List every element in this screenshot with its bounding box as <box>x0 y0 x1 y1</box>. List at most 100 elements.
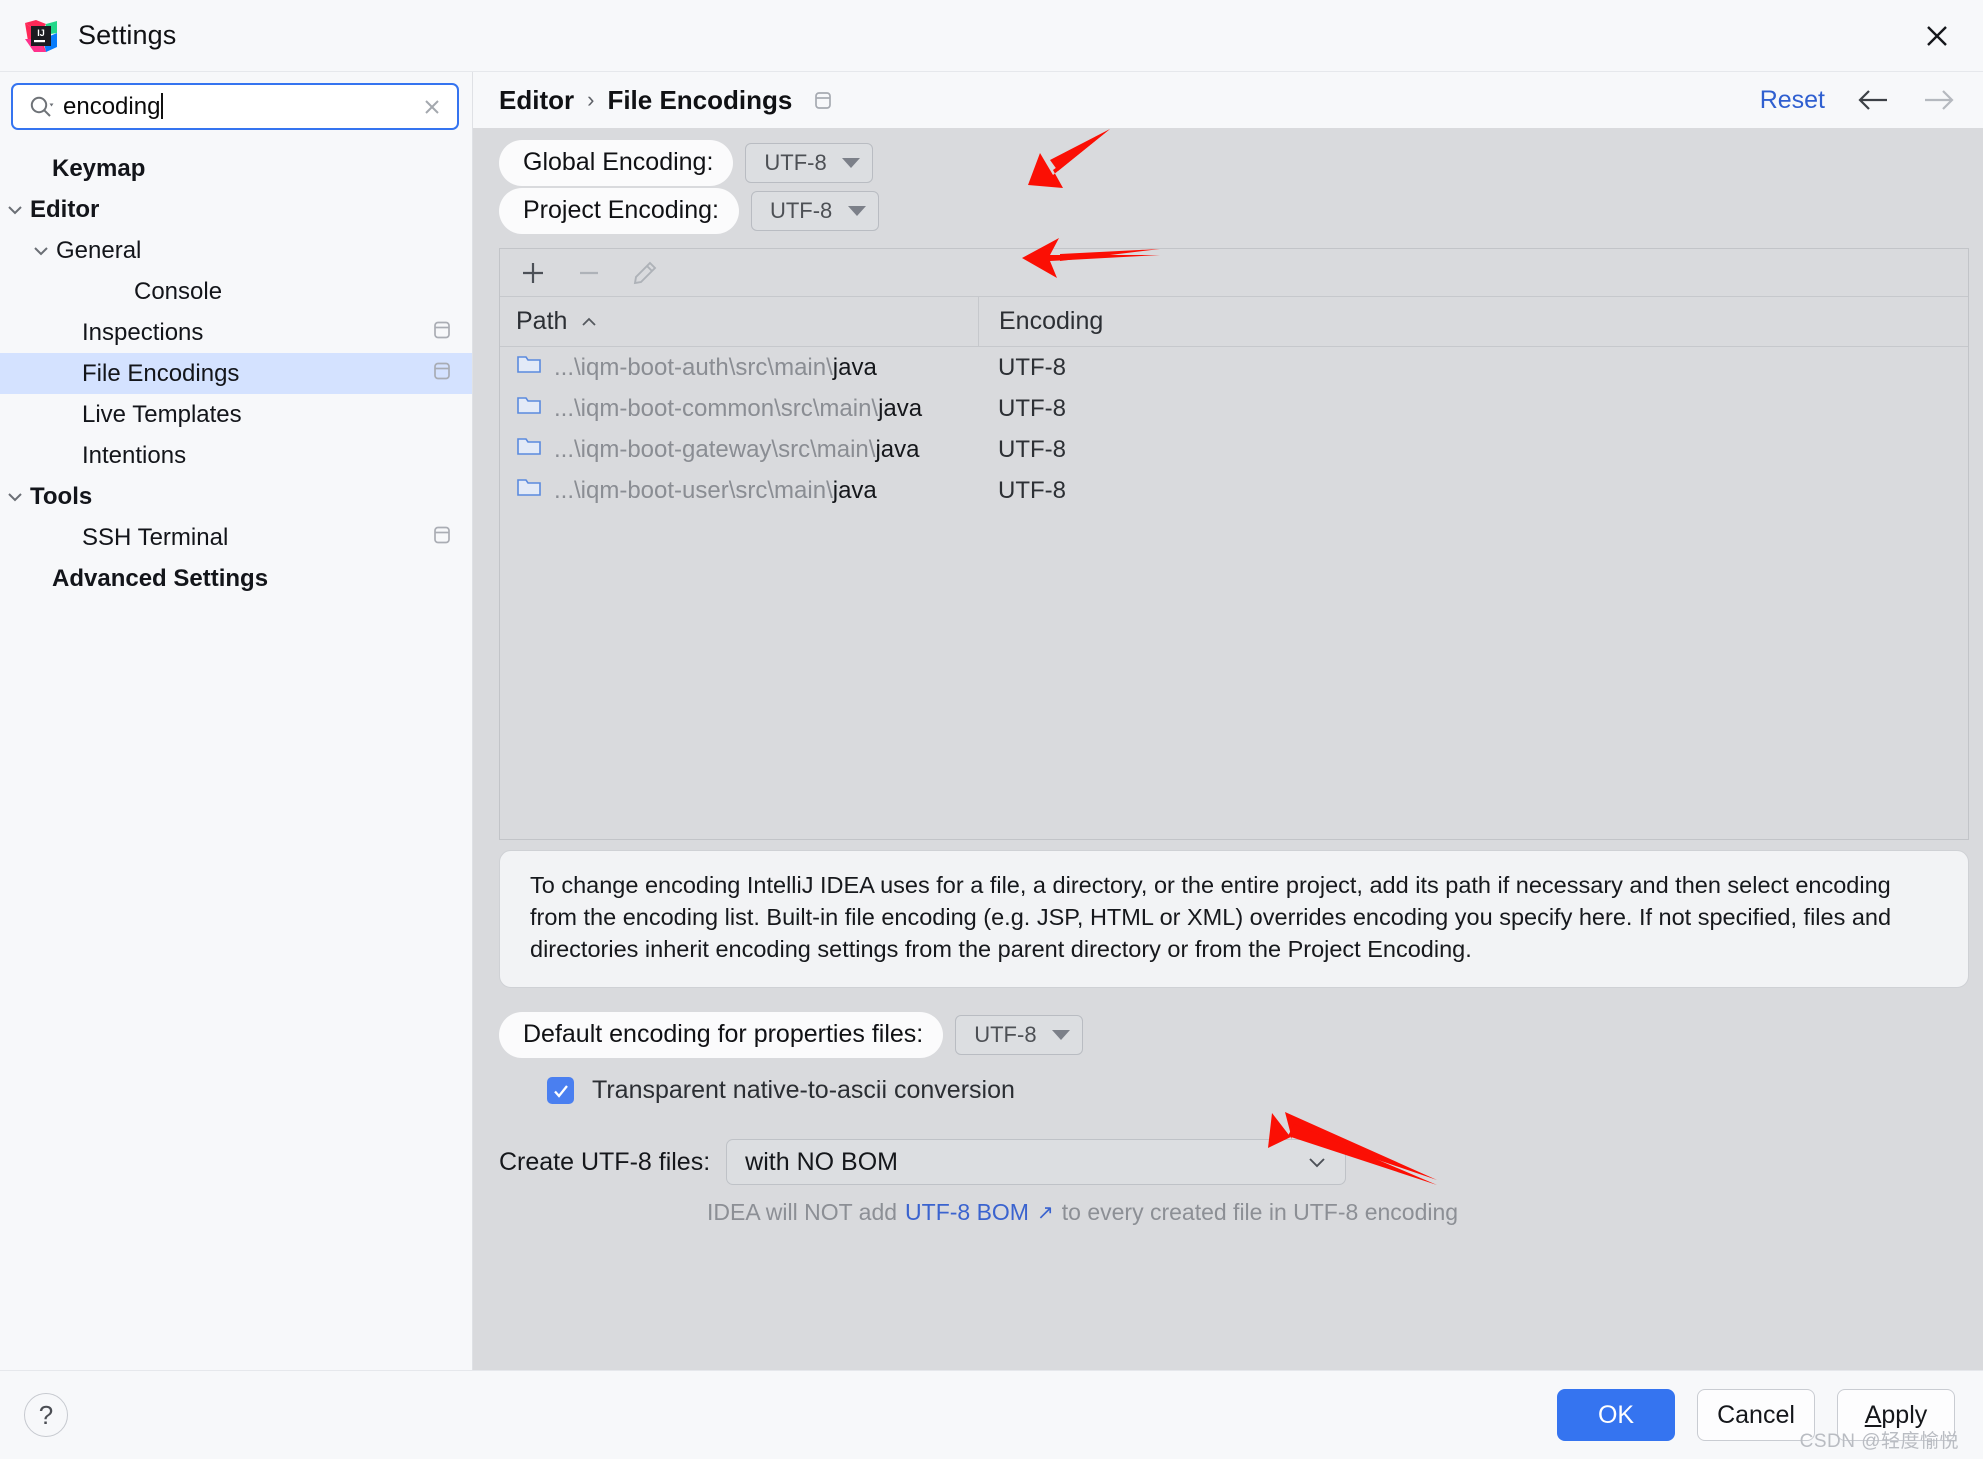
encodings-table: Path Encoding ...\iqm-boot-auth\src\main… <box>499 248 1969 840</box>
project-encoding-label: Project Encoding: <box>499 188 739 234</box>
table-row[interactable]: ...\iqm-boot-gateway\src\main\ java UTF-8 <box>500 429 1968 470</box>
dialog-body: encoding Keymap Editor General Console Inspe… <box>0 72 1983 1370</box>
create-utf8-files-row: Create UTF-8 files: with NO BOM <box>499 1139 1983 1185</box>
table-cell-encoding[interactable]: UTF-8 <box>978 477 1968 505</box>
table-cell-encoding[interactable]: UTF-8 <box>978 395 1968 423</box>
sidebar-item-advanced-settings[interactable]: Advanced Settings <box>0 558 472 599</box>
native-to-ascii-checkbox[interactable] <box>547 1077 574 1104</box>
chevron-down-icon[interactable] <box>0 489 30 505</box>
sidebar-item-inspections[interactable]: Inspections <box>0 312 472 353</box>
global-encoding-dropdown[interactable]: UTF-8 <box>745 143 874 183</box>
path-leaf: java <box>875 435 920 463</box>
search-icon <box>27 93 57 121</box>
sidebar-item-file-encodings[interactable]: File Encodings <box>0 353 472 394</box>
footer-buttons: OK Cancel Apply <box>1557 1389 1955 1441</box>
utf8-bom-link[interactable]: UTF-8 BOM <box>905 1199 1029 1226</box>
intellij-idea-logo-icon: IJ <box>24 19 58 53</box>
column-header-path-label: Path <box>516 307 568 335</box>
chevron-down-icon <box>847 206 866 216</box>
project-encoding-dropdown[interactable]: UTF-8 <box>750 191 879 231</box>
close-icon[interactable] <box>1917 16 1957 56</box>
path-text: ...\iqm-boot-user\src\main\ java <box>554 477 877 505</box>
native-to-ascii-checkbox-row[interactable]: Transparent native-to-ascii conversion <box>547 1076 1983 1105</box>
chevron-down-icon[interactable] <box>0 202 30 218</box>
path-text: ...\iqm-boot-gateway\src\main\ java <box>554 436 919 464</box>
column-header-encoding-label: Encoding <box>999 307 1104 335</box>
path-leaf: java <box>832 353 877 381</box>
path-prefix: ...\iqm-boot-common\src\main\ <box>554 394 879 422</box>
global-encoding-row: Global Encoding: UTF-8 <box>499 140 1983 186</box>
ok-button[interactable]: OK <box>1557 1389 1675 1441</box>
sidebar-item-ssh-terminal[interactable]: SSH Terminal <box>0 517 472 558</box>
apply-button[interactable]: Apply <box>1837 1389 1955 1441</box>
sidebar-item-label: Tools <box>30 482 93 510</box>
table-cell-encoding[interactable]: UTF-8 <box>978 354 1968 382</box>
hint-prefix: IDEA will NOT add <box>707 1199 898 1225</box>
sidebar-item-intentions[interactable]: Intentions <box>0 435 472 476</box>
table-cell-path: ...\iqm-boot-gateway\src\main\ java <box>500 435 978 464</box>
sidebar-item-keymap[interactable]: Keymap <box>0 148 472 189</box>
settings-content: Editor › File Encodings Reset Global Enc… <box>473 72 1983 1370</box>
breadcrumb-bar: Editor › File Encodings Reset <box>473 72 1983 128</box>
sidebar-item-live-templates[interactable]: Live Templates <box>0 394 472 435</box>
encodings-table-toolbar <box>500 249 1968 297</box>
table-row[interactable]: ...\iqm-boot-user\src\main\ java UTF-8 <box>500 470 1968 511</box>
sidebar-item-general[interactable]: General <box>0 230 472 271</box>
external-link-icon: ↗ <box>1036 1202 1054 1224</box>
chevron-down-icon[interactable] <box>26 243 56 259</box>
table-cell-path: ...\iqm-boot-common\src\main\ java <box>500 394 978 423</box>
native-to-ascii-label: Transparent native-to-ascii conversion <box>592 1076 1015 1104</box>
table-header-row: Path Encoding <box>500 297 1968 347</box>
dialog-footer: ? OK Cancel Apply CSDN @轻度愉悦 <box>0 1370 1983 1459</box>
settings-tree: Keymap Editor General Console Inspections Fil… <box>0 148 472 599</box>
clear-icon[interactable] <box>419 96 445 118</box>
title-bar: IJ Settings <box>0 0 1983 72</box>
create-utf8-files-select[interactable]: with NO BOM <box>726 1139 1347 1185</box>
sidebar-item-label: Console <box>134 277 223 305</box>
project-scope-icon <box>813 89 833 111</box>
folder-icon <box>516 394 542 423</box>
table-row[interactable]: ...\iqm-boot-auth\src\main\ java UTF-8 <box>500 347 1968 388</box>
table-row[interactable]: ...\iqm-boot-common\src\main\ java UTF-8 <box>500 388 1968 429</box>
create-utf8-files-value: with NO BOM <box>745 1147 898 1176</box>
chevron-down-icon <box>842 158 861 168</box>
sidebar-item-label: Advanced Settings <box>52 564 269 592</box>
hint-suffix: to every created file in UTF-8 encoding <box>1061 1199 1459 1225</box>
pencil-icon[interactable] <box>630 258 660 288</box>
sidebar-item-console[interactable]: Console <box>0 271 472 312</box>
project-encoding-row: Project Encoding: UTF-8 <box>499 188 1983 234</box>
search-input[interactable]: encoding <box>57 92 419 121</box>
minus-icon[interactable] <box>574 258 604 288</box>
sidebar-item-tools[interactable]: Tools <box>0 476 472 517</box>
path-prefix: ...\iqm-boot-user\src\main\ <box>554 476 833 504</box>
path-text: ...\iqm-boot-common\src\main\ java <box>554 395 922 423</box>
sidebar-item-editor[interactable]: Editor <box>0 189 472 230</box>
properties-encoding-value: UTF-8 <box>974 1022 1037 1047</box>
sidebar-item-label: Keymap <box>52 154 146 182</box>
arrow-left-icon[interactable] <box>1855 87 1891 113</box>
project-scope-icon <box>432 318 452 347</box>
settings-search-field[interactable]: encoding <box>11 83 459 130</box>
properties-encoding-dropdown[interactable]: UTF-8 <box>955 1015 1084 1055</box>
cancel-button[interactable]: Cancel <box>1697 1389 1815 1441</box>
plus-icon[interactable] <box>518 258 548 288</box>
project-scope-icon <box>432 523 452 552</box>
reset-button[interactable]: Reset <box>1760 86 1825 115</box>
apply-rest: pply <box>1881 1400 1928 1429</box>
arrow-right-icon[interactable] <box>1921 87 1957 113</box>
breadcrumb-root[interactable]: Editor <box>499 85 574 116</box>
column-header-path[interactable]: Path <box>500 307 978 336</box>
folder-icon <box>516 353 542 382</box>
sidebar-item-label: SSH Terminal <box>82 523 229 551</box>
table-body: ...\iqm-boot-auth\src\main\ java UTF-8 ...\… <box>500 347 1968 839</box>
column-header-encoding[interactable]: Encoding <box>978 297 1968 346</box>
project-encoding-value: UTF-8 <box>769 198 833 223</box>
chevron-down-icon <box>1052 1030 1071 1040</box>
help-button[interactable]: ? <box>24 1393 68 1437</box>
settings-dialog: IJ Settings encoding Keymap Editor Gener… <box>0 0 1983 1459</box>
sort-ascending-icon <box>579 307 599 336</box>
breadcrumb-actions: Reset <box>1760 86 1957 115</box>
settings-sidebar: encoding Keymap Editor General Console Inspe… <box>0 72 473 1370</box>
table-cell-encoding[interactable]: UTF-8 <box>978 436 1968 464</box>
table-cell-path: ...\iqm-boot-auth\src\main\ java <box>500 353 978 382</box>
